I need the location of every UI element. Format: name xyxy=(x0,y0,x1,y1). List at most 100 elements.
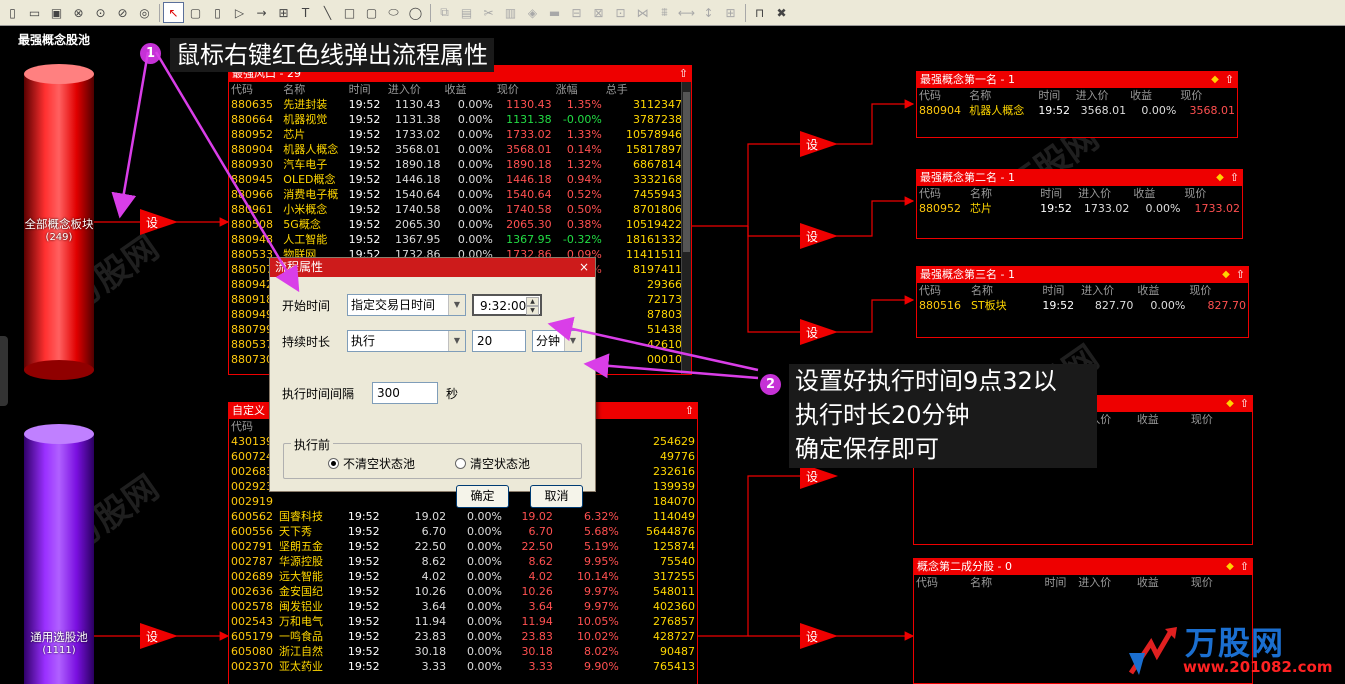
panel-right-1[interactable]: 最强概念第一名 - 1 ◆ ⇧ 代码 名称 时间 进入价 收益 现价 880904 机器人概念 19:… xyxy=(916,71,1238,138)
start-time-spinner[interactable]: 9:32:00 ▲ ▼ xyxy=(472,294,542,316)
scrollbar[interactable] xyxy=(681,82,691,374)
grid-icon[interactable]: ⊓ xyxy=(749,2,770,23)
column-header[interactable]: 收益 xyxy=(1135,283,1187,298)
collapse-icon[interactable]: ⇧ xyxy=(1236,267,1245,283)
set-node[interactable]: 设 xyxy=(800,131,840,157)
column-header[interactable]: 代码 xyxy=(917,88,967,103)
same-size-icon[interactable]: ⊞ xyxy=(720,2,741,23)
rectangle-icon[interactable]: □ xyxy=(339,2,360,23)
column-header[interactable]: 时间 xyxy=(1036,88,1073,103)
ellipse-icon[interactable]: ⬭ xyxy=(383,2,404,23)
table-row[interactable]: 600556 天下秀 19:52 6.70 0.00% 6.70 5.68% 5644876 xyxy=(229,524,697,539)
align-right-icon[interactable]: ⊟ xyxy=(566,2,587,23)
column-header[interactable]: 现价 xyxy=(1182,186,1242,201)
flow-canvas[interactable]: 万股网 万股网 万股网 万股网 最强概念股池 xyxy=(0,26,1345,684)
column-header[interactable]: 进入价 xyxy=(1076,575,1135,590)
table-row[interactable]: 880952 芯片 19:52 1733.02 0.00% 1733.02 xyxy=(917,201,1242,216)
table-row[interactable]: 002543 万和电气 19:52 11.94 0.00% 11.94 10.05% 2768… xyxy=(229,614,697,629)
rect-icon[interactable]: ▯ xyxy=(207,2,228,23)
collapse-icon[interactable]: ⇧ xyxy=(1240,396,1249,412)
connect-icon[interactable]: ⊞ xyxy=(273,2,294,23)
column-header[interactable]: 现价 xyxy=(1178,88,1237,103)
panel-right-3[interactable]: 最强概念第三名 - 1 ◆ ⇧ 代码 名称 时间 进入价 收益 现价 880516 ST板块 19:5… xyxy=(916,266,1249,338)
column-header[interactable]: 时间 xyxy=(1042,575,1076,590)
column-header[interactable]: 名称 xyxy=(969,283,1040,298)
start-mode-select[interactable]: 指定交易日时间 ▼ xyxy=(347,294,466,316)
diamond-icon[interactable]: ◆ xyxy=(1226,396,1234,412)
align-left-icon[interactable]: ▬ xyxy=(544,2,565,23)
set-node[interactable]: 设 xyxy=(140,209,180,235)
column-header[interactable]: 名称 xyxy=(281,82,346,97)
set-node[interactable]: 设 xyxy=(800,223,840,249)
table-row[interactable]: 002787 华源控股 19:52 8.62 0.00% 8.62 9.95% 75540 xyxy=(229,554,697,569)
paste-icon[interactable]: ▤ xyxy=(456,2,477,23)
column-header[interactable]: 现价 xyxy=(495,82,554,97)
same-height-icon[interactable]: ↕ xyxy=(698,2,719,23)
dialog-title-bar[interactable]: 流程属性 × xyxy=(270,258,595,277)
column-header[interactable]: 收益 xyxy=(443,82,495,97)
set-node[interactable]: 设 xyxy=(800,319,840,345)
close-icon[interactable]: ✖ xyxy=(771,2,792,23)
column-header[interactable]: 代码 xyxy=(917,283,969,298)
spin-up-icon[interactable]: ▲ xyxy=(526,297,539,306)
panel-header[interactable]: 最强概念第二名 - 1 ◆ ⇧ xyxy=(917,170,1242,186)
radio-clear-pool[interactable]: 清空状态池 xyxy=(455,455,530,472)
table-row[interactable]: 880516 ST板块 19:52 827.70 0.00% 827.70 xyxy=(917,298,1248,313)
panel-right-2[interactable]: 最强概念第二名 - 1 ◆ ⇧ 代码 名称 时间 进入价 收益 现价 880952 芯片 19:52 1… xyxy=(916,169,1243,239)
play-node-icon[interactable]: ▷ xyxy=(229,2,250,23)
panel-header[interactable]: 最强概念第一名 - 1 ◆ ⇧ xyxy=(917,72,1237,88)
diamond-icon[interactable]: ◆ xyxy=(1226,559,1234,575)
column-header[interactable]: 进入价 xyxy=(1079,283,1135,298)
table-row[interactable]: 880945 OLED概念 19:52 1446.18 0.00% 1446.18 0.94… xyxy=(229,172,691,187)
pause-icon[interactable]: ⊘ xyxy=(112,2,133,23)
column-header[interactable]: 代码 xyxy=(917,186,968,201)
column-header[interactable]: 涨幅 xyxy=(554,82,604,97)
column-header[interactable]: 收益 xyxy=(1135,412,1189,427)
save-icon[interactable]: ▣ xyxy=(46,2,67,23)
table-row[interactable]: 880664 机器视觉 19:52 1131.38 0.00% 1131.38 -0.00%… xyxy=(229,112,691,127)
table-row[interactable]: 880930 汽车电子 19:52 1890.18 0.00% 1890.18 1.32% 6… xyxy=(229,157,691,172)
column-header[interactable]: 代码 xyxy=(914,575,968,590)
select-icon[interactable]: ▢ xyxy=(185,2,206,23)
collapse-icon[interactable]: ⇧ xyxy=(685,403,694,419)
interval-input[interactable]: 300 xyxy=(372,382,438,404)
column-header[interactable]: 时间 xyxy=(1038,186,1076,201)
table-row[interactable]: 600562 国睿科技 19:52 19.02 0.00% 19.02 6.32% 11404… xyxy=(229,509,697,524)
cut-icon[interactable]: ✂ xyxy=(478,2,499,23)
rounded-rect-icon[interactable]: ▢ xyxy=(361,2,382,23)
radio-keep-pool[interactable]: 不清空状态池 xyxy=(328,455,415,472)
table-row[interactable]: 880952 芯片 19:52 1733.02 0.00% 1733.02 1.33% 105… xyxy=(229,127,691,142)
column-header[interactable]: 现价 xyxy=(1187,283,1248,298)
table-row[interactable]: 605179 一鸣食品 19:52 23.83 0.00% 23.83 10.02% 4287… xyxy=(229,629,697,644)
column-header[interactable]: 代码 xyxy=(229,82,281,97)
delete-icon[interactable]: ▥ xyxy=(500,2,521,23)
table-row[interactable]: 880508 5G概念 19:52 2065.30 0.00% 2065.30 0.38% 1… xyxy=(229,217,691,232)
column-header[interactable]: 进入价 xyxy=(1074,88,1128,103)
play-icon[interactable]: ⊙ xyxy=(90,2,111,23)
collapse-icon[interactable]: ⇧ xyxy=(679,66,688,82)
pointer-icon[interactable]: ↖ xyxy=(163,2,184,23)
cylinder-icon[interactable]: ◯ xyxy=(405,2,426,23)
open-icon[interactable]: ▭ xyxy=(24,2,45,23)
align-center-icon[interactable]: ⋈ xyxy=(632,2,653,23)
table-row[interactable]: 605080 浙江自然 19:52 30.18 0.00% 30.18 8.02% 90487 xyxy=(229,644,697,659)
set-node[interactable]: 设 xyxy=(800,623,840,649)
column-header[interactable]: 收益 xyxy=(1131,186,1182,201)
column-header[interactable]: 总手 xyxy=(604,82,691,97)
column-header[interactable]: 收益 xyxy=(1128,88,1178,103)
table-row[interactable]: 880948 人工智能 19:52 1367.95 0.00% 1367.95 -0.32%… xyxy=(229,232,691,247)
column-header[interactable]: 进入价 xyxy=(1076,186,1131,201)
duration-input[interactable]: 20 xyxy=(472,330,526,352)
column-header[interactable]: 收益 xyxy=(1135,575,1189,590)
column-header[interactable]: 名称 xyxy=(968,575,1042,590)
table-row[interactable]: 002370 亚太药业 19:52 3.33 0.00% 3.33 9.90% 765413 xyxy=(229,659,697,674)
text-icon[interactable]: T xyxy=(295,2,316,23)
table-row[interactable]: 002689 远大智能 19:52 4.02 0.00% 4.02 10.14% 317255 xyxy=(229,569,697,584)
table-row[interactable]: 880904 机器人概念 19:52 3568.01 0.00% 3568.01 xyxy=(917,103,1237,118)
collapse-icon[interactable]: ⇧ xyxy=(1240,559,1249,575)
collapse-icon[interactable]: ⇧ xyxy=(1225,72,1234,88)
column-header[interactable]: 进入价 xyxy=(386,82,443,97)
align-top-icon[interactable]: ⊠ xyxy=(588,2,609,23)
stop-icon[interactable]: ⊗ xyxy=(68,2,89,23)
table-row[interactable]: 002578 闽发铝业 19:52 3.64 0.00% 3.64 9.97% 402360 xyxy=(229,599,697,614)
